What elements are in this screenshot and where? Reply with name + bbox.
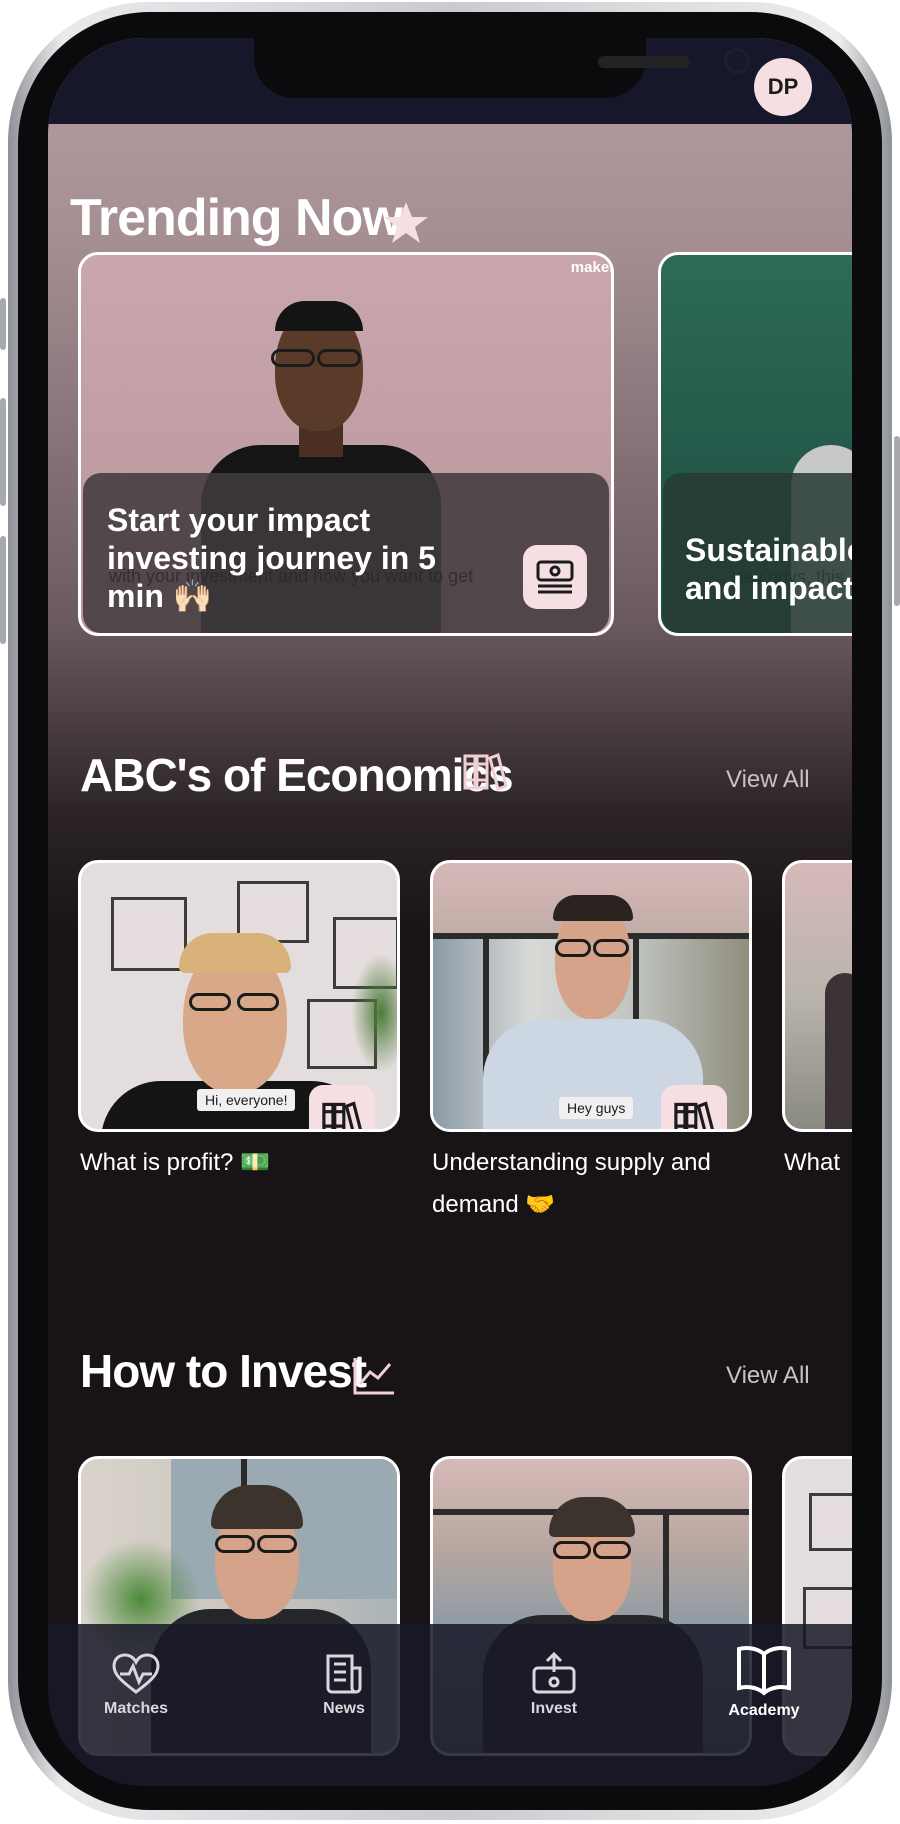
power-button [894, 436, 900, 606]
abc-card-1-caption: Hi, everyone! [197, 1089, 296, 1111]
tab-matches[interactable]: Matches [66, 1652, 206, 1718]
silent-switch [0, 298, 6, 350]
trending-card-2[interactable]: Hey guys, this Sustainable and impact [658, 252, 852, 636]
tab-news-label: News [323, 1700, 365, 1717]
invest-section-title: How to Invest [80, 1345, 367, 1397]
speaker [598, 56, 690, 68]
trending-card-1-title: Start your impact investing journey in 5… [107, 502, 436, 614]
abc-card-2[interactable]: Hey guys [430, 860, 752, 1132]
library-books-icon [309, 1085, 375, 1129]
notch [254, 38, 750, 98]
abc-section-title: ABC's of Economics [80, 749, 514, 801]
tab-matches-label: Matches [103, 1700, 169, 1717]
volume-down-button [0, 536, 6, 644]
line-chart-icon [353, 1358, 394, 1395]
abc-card-1[interactable]: Hi, everyone! [78, 860, 400, 1132]
star-icon [384, 202, 428, 243]
volume-up-button [0, 398, 6, 506]
abc-card-3[interactable] [782, 860, 852, 1132]
newspaper-icon [326, 1654, 362, 1694]
open-book-icon [737, 1646, 791, 1696]
tab-academy[interactable]: Academy [694, 1642, 834, 1720]
tab-invest-label: Invest [530, 1700, 578, 1717]
tab-news[interactable]: News [274, 1652, 414, 1718]
trending-title-text: Trending Now [70, 189, 403, 247]
heart-pulse-icon [112, 1653, 160, 1694]
tab-academy-label: Academy [728, 1702, 800, 1719]
watermark: maker [570, 259, 614, 276]
upload-money-icon [532, 1652, 576, 1694]
library-books-icon [661, 1085, 727, 1129]
abc-view-all-link[interactable]: View All [726, 766, 810, 794]
avatar[interactable]: DP [754, 58, 812, 116]
money-icon [523, 545, 587, 609]
abc-card-2-caption: Hey guys [559, 1097, 634, 1119]
app-screen: DP Trending Now maker with your investme… [48, 38, 852, 1786]
invest-view-all-link[interactable]: View All [726, 1362, 810, 1390]
trending-title: Trending Now [70, 188, 403, 248]
library-books-icon [463, 753, 508, 791]
tab-invest[interactable]: Invest [484, 1652, 624, 1718]
front-camera [724, 48, 750, 74]
abc-card-2-label: Understanding supply and demand 🤝 [432, 1149, 711, 1218]
abc-card-1-label: What is profit? 💵 [80, 1149, 270, 1176]
abc-card-3-label: What [784, 1149, 841, 1176]
trending-card-1[interactable]: maker with your investment and how you w… [78, 252, 614, 636]
trending-card-2-title: Sustainable and impact [685, 532, 852, 606]
bottom-tab-bar: Matches News Invest Academy [48, 1624, 852, 1786]
